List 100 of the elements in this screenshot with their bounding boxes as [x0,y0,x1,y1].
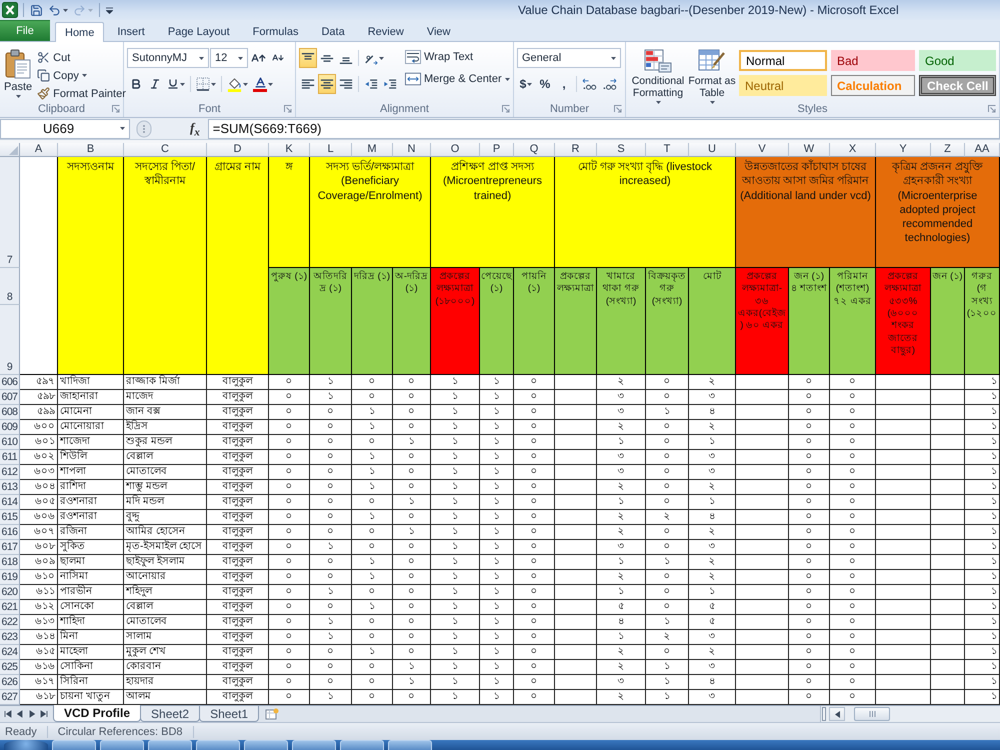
dialog-launcher-icon[interactable] [988,104,996,112]
sheet-tab[interactable]: Sheet1 [199,706,260,722]
sheet-tab[interactable]: Sheet2 [140,706,200,722]
table-cell: ০ [830,480,876,495]
copy-button[interactable]: Copy [35,67,128,84]
table-cell: ২ [689,480,736,495]
cut-button[interactable]: Cut [35,49,128,66]
table-cell [555,630,597,645]
table-cell: ১ [352,600,393,615]
table-cell: ০ [310,510,352,525]
table-cell: ০ [514,420,555,435]
table-cell: বালুকুল [207,420,269,435]
format-as-table-button[interactable]: Format as Table [687,46,737,104]
start-button[interactable] [4,740,48,750]
ribbon-tab[interactable]: Home [55,22,104,42]
table-cell: ০ [269,525,310,540]
table-cell [555,525,597,540]
dialog-launcher-icon[interactable] [284,104,292,112]
table-cell: ০ [830,375,876,390]
table-cell: ১ [431,630,480,645]
table-cell: সুকিত [58,540,124,555]
font-size-field[interactable]: 12 [210,48,248,68]
column-header: N [393,143,431,157]
horizontal-scrollbar[interactable] [820,706,1000,722]
formula-field[interactable]: =SUM(S669:T669) [208,118,1000,138]
table-cell: ০ [269,660,310,675]
table-cell: মৃত-ইসমাইল হোসে [124,540,207,555]
table-cell [555,390,597,405]
table-cell: ০ [393,510,431,525]
table-cell [555,495,597,510]
ribbon-tab[interactable]: Data [311,22,355,41]
table-cell: ১ [965,375,1000,390]
bold-icon [130,78,142,90]
table-cell: ৩ [689,390,736,405]
table-cell [876,555,931,570]
table-cell: ১ [965,540,1000,555]
file-tab[interactable]: File [0,20,50,41]
table-cell: ১ [480,465,514,480]
column-header: R [555,143,597,157]
table-cell [555,600,597,615]
wrap-text-button[interactable]: Wrap Text [403,48,476,66]
table-cell [931,525,965,540]
table-cell: ১ [965,615,1000,630]
conditional-formatting-button[interactable]: Conditional Formatting [629,46,687,104]
table-cell: বেল্লাল [124,450,207,465]
table-cell: ১ [480,585,514,600]
scroll-thumb[interactable] [854,707,890,721]
table-cell: ০ [514,450,555,465]
scroll-left-button[interactable] [829,707,845,721]
format-painter-button[interactable]: Format Painter [35,85,128,102]
ribbon-tab[interactable]: Formulas [242,22,308,41]
number-format-field[interactable]: General [517,48,621,68]
ribbon-tab[interactable]: Page Layout [158,22,240,41]
table-cell: ০ [646,435,689,450]
table-cell: শাম্ভু মন্ডল [124,480,207,495]
align-center-icon [320,78,334,90]
table-cell: ১ [393,660,431,675]
sheet-tab[interactable]: VCD Profile [53,705,142,722]
table-cell: ৩ [597,465,646,480]
ribbon-tab[interactable]: View [416,22,460,41]
table-cell [876,585,931,600]
ribbon-tab[interactable]: Insert [107,22,155,41]
name-box[interactable]: U669 [0,118,130,138]
paste-button[interactable]: Paste [3,46,34,102]
merge-center-button[interactable]: Merge & Center [403,70,512,88]
cell-style-option[interactable]: Bad [831,50,915,71]
comma-button[interactable]: , [555,74,573,94]
font-name-field[interactable]: SutonnyMJ [127,48,209,68]
dialog-launcher-icon[interactable] [112,104,120,112]
table-cell: ০ [514,570,555,585]
top-align-button[interactable] [299,48,317,68]
table-cell: ১ [480,570,514,585]
table-cell: ০ [269,540,310,555]
table-cell [736,660,789,675]
table-cell: ০ [393,645,431,660]
table-cell: ৬১৭ [20,675,58,690]
table-cell: ০ [393,450,431,465]
ribbon-tab[interactable]: Review [358,22,414,41]
cell-style-option[interactable]: Neutral [739,75,827,96]
dialog-launcher-icon[interactable] [502,104,510,112]
caret-icon [88,8,93,12]
table-cell: ১ [965,510,1000,525]
group-label: Font [198,102,220,114]
cell-style-option[interactable]: Normal [739,50,827,71]
percent-button[interactable]: % [536,74,554,94]
table-cell: ০ [514,615,555,630]
table-cell [555,645,597,660]
insert-function-button[interactable]: f$_{x}$ [186,120,204,138]
table-cell: ০ [789,630,830,645]
table-cell: ১ [597,435,646,450]
bar-caret-icon [106,6,113,14]
table-cell [876,435,931,450]
center-button[interactable] [318,74,336,94]
table-cell: ০ [789,435,830,450]
corner-triangle-icon [9,146,18,155]
table-cell: ৫৯৭ [20,375,58,390]
cell-style-option[interactable]: Good [919,50,996,71]
dialog-launcher-icon[interactable] [614,104,622,112]
currency-button[interactable]: $ [517,74,535,94]
table-cell: ৩ [597,675,646,690]
